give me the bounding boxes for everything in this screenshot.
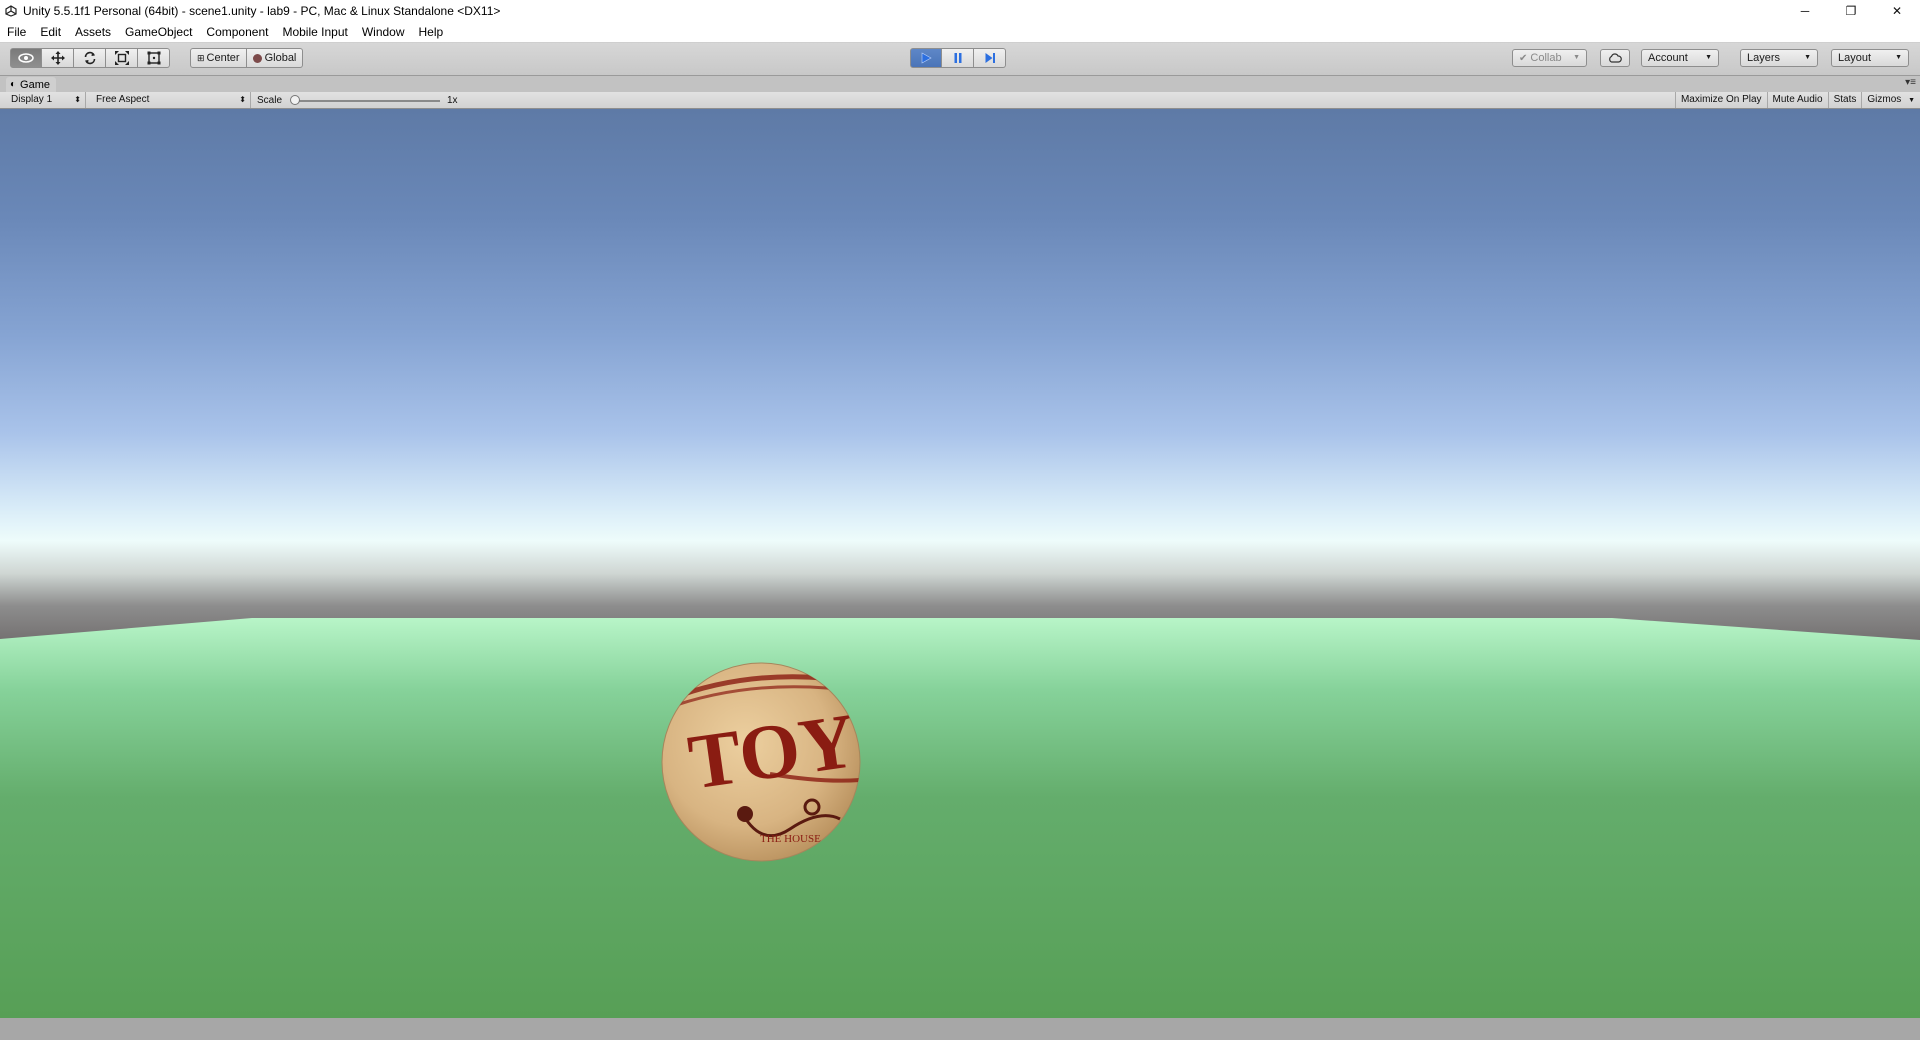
title-bar: Unity 5.5.1f1 Personal (64bit) - scene1.… [0,0,1920,22]
cloud-icon [1609,53,1622,63]
play-controls [910,48,1006,68]
menu-edit[interactable]: Edit [33,22,68,43]
main-toolbar: ⊞ Center Global ✔ Collab ▼ Account ▼ Lay… [0,43,1920,76]
maximize-on-play-button[interactable]: Maximize On Play [1674,92,1767,108]
window-title: Unity 5.5.1f1 Personal (64bit) - scene1.… [23,4,501,18]
rotate-icon [84,51,95,65]
panel-menu-icon[interactable]: ▾≡ [1905,77,1916,88]
menu-assets[interactable]: Assets [68,22,118,43]
pause-icon [954,53,961,63]
layers-dropdown[interactable]: Layers ▼ [1740,49,1818,67]
updown-arrow-icon: ⬍ [74,95,81,104]
menu-file[interactable]: File [0,22,33,43]
globe-icon [252,53,262,63]
menu-component[interactable]: Component [199,22,275,43]
pivot-rotation-label: Global [264,52,297,64]
pivot-mode-button[interactable]: ⊞ Center [190,48,247,68]
scale-slider-thumb[interactable] [290,95,300,105]
aspect-dropdown[interactable]: Free Aspect ⬍ [91,92,251,108]
pivot-center-icon: ⊞ [197,52,205,63]
cloud-button[interactable] [1600,49,1630,67]
ground-plane: TOY THE HOUSE [0,618,1920,1018]
scale-value: 1x [447,95,458,106]
layout-dropdown[interactable]: Layout ▼ [1831,49,1909,67]
scale-label: Scale [257,95,283,106]
ball-subtext: THE HOUSE [760,833,821,845]
dropdown-arrow-icon: ▼ [1804,54,1811,61]
unity-editor-window: Unity 5.5.1f1 Personal (64bit) - scene1.… [0,0,1920,1040]
hand-tool-button[interactable] [10,48,42,68]
game-view-controls: Display 1 ⬍ Free Aspect ⬍ Scale 1x Maxim… [0,92,1920,109]
pivot-mode-label: Center [206,52,240,64]
check-icon: ✔ [1519,52,1528,64]
menu-bar: File Edit Assets GameObject Component Mo… [0,22,1920,43]
menu-help[interactable]: Help [412,22,451,43]
stats-button[interactable]: Stats [1827,92,1862,108]
step-icon [985,53,995,63]
pivot-rotation-button[interactable]: Global [246,48,304,68]
eye-icon [18,53,34,63]
tab-game[interactable]: ◐ Game [6,77,57,92]
rect-tool-button[interactable] [138,48,170,68]
dropdown-arrow-icon: ▼ [1705,54,1712,61]
step-button[interactable] [974,48,1006,68]
pivot-controls: ⊞ Center Global [190,48,304,68]
scale-slider-track[interactable] [292,100,440,102]
display-label: Display 1 [11,94,53,105]
unity-logo-icon [0,0,22,22]
scale-tool-button[interactable] [106,48,138,68]
layout-label: Layout [1838,52,1872,64]
status-bar [0,1018,1920,1040]
game-tab-row: ◐ Game ▾≡ [0,76,1920,92]
dropdown-arrow-icon: ▼ [1573,54,1580,61]
mute-audio-button[interactable]: Mute Audio [1766,92,1828,108]
play-icon [921,52,932,64]
account-label: Account [1648,52,1688,64]
transform-tools [10,48,170,68]
collab-label: Collab [1530,52,1562,64]
rect-tool-icon [147,51,160,65]
restore-button[interactable]: ❐ [1828,0,1874,22]
move-tool-button[interactable] [42,48,74,68]
close-button[interactable]: ✕ [1874,0,1920,22]
game-controller-icon: ◐ [10,79,17,90]
menu-window[interactable]: Window [355,22,412,43]
pause-button[interactable] [942,48,974,68]
game-viewport[interactable]: TOY THE HOUSE [0,109,1920,1018]
minimize-button[interactable]: ─ [1782,0,1828,22]
menu-mobile-input[interactable]: Mobile Input [275,22,354,43]
updown-arrow-icon: ⬍ [239,95,246,104]
gizmos-button[interactable]: Gizmos ▼ [1861,92,1920,108]
dropdown-arrow-icon: ▼ [1908,97,1915,104]
collab-dropdown[interactable]: ✔ Collab ▼ [1512,49,1587,67]
ground-surface [0,618,1920,1018]
aspect-label: Free Aspect [96,94,150,105]
gizmos-label: Gizmos [1867,94,1902,105]
scale-icon [114,51,129,65]
menu-gameobject[interactable]: GameObject [118,22,199,43]
play-button[interactable] [910,48,942,68]
dropdown-arrow-icon: ▼ [1895,54,1902,61]
rotate-tool-button[interactable] [74,48,106,68]
tab-game-label: Game [20,78,51,91]
move-arrows-icon [50,51,65,65]
account-dropdown[interactable]: Account ▼ [1641,49,1719,67]
layers-label: Layers [1747,52,1781,64]
display-dropdown[interactable]: Display 1 ⬍ [6,92,86,108]
